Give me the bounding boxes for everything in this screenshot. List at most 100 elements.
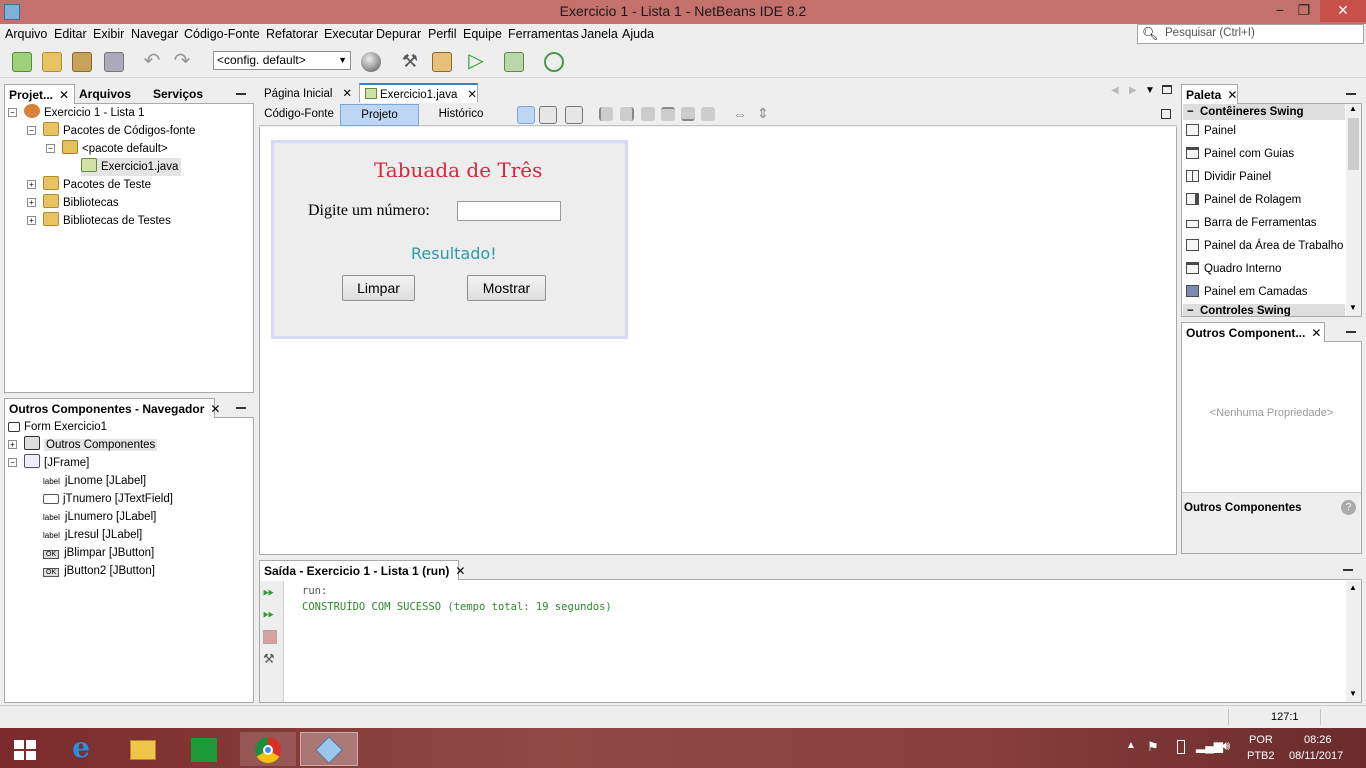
show-hidden-icons-icon[interactable]: ▲ (1126, 740, 1136, 751)
palette-category-controls[interactable]: − Controles Swing (1183, 304, 1345, 316)
palette-scrollbar[interactable]: ▲ ▼ (1346, 104, 1361, 316)
align-left-icon[interactable] (599, 107, 613, 121)
nav-item-jframe[interactable]: [JFrame] (24, 454, 89, 472)
clock-time[interactable]: 08:26 (1304, 734, 1332, 746)
tab-output[interactable]: Saída - Exercicio 1 - Lista 1 (run) ✕ (259, 560, 465, 580)
build-hammer-icon[interactable]: ⚒ (400, 52, 420, 72)
palette-item-split-pane[interactable]: Dividir Painel (1186, 168, 1271, 186)
tab-services[interactable]: Serviços (149, 84, 223, 104)
tab-palette[interactable]: Paleta ✕ (1181, 84, 1238, 104)
signal-icon[interactable]: ▂▄▆ (1196, 739, 1223, 753)
tree-item-source-packages[interactable]: Pacotes de Códigos-fonte (43, 122, 195, 140)
align-bottom-icon[interactable] (681, 107, 695, 121)
battery-icon[interactable] (1177, 740, 1185, 754)
scroll-up-icon[interactable]: ▲ (1349, 583, 1357, 592)
change-vertical-resizability-icon[interactable]: ⇕ (757, 105, 769, 122)
align-top-icon[interactable] (661, 107, 675, 121)
tab-projects[interactable]: Projet... ✕ (4, 84, 75, 104)
nav-item-jblimpar[interactable]: OK jBlimpar [JButton] (43, 544, 154, 562)
nav-item-jlnome[interactable]: label jLnome [JLabel] (43, 472, 146, 490)
menu-refatorar[interactable]: Refatorar (266, 27, 318, 41)
palette-item-desktop-pane[interactable]: Painel da Área de Trabalho (1186, 237, 1343, 255)
align-right-icon[interactable] (620, 107, 634, 121)
stop-icon[interactable] (263, 630, 277, 644)
windows-start-icon[interactable] (6, 732, 44, 766)
menu-editar[interactable]: Editar (54, 27, 87, 41)
maximize-icon[interactable] (1162, 85, 1172, 94)
tree-item-libraries[interactable]: Bibliotecas (43, 194, 119, 212)
minimize-panel-icon[interactable] (236, 407, 246, 409)
palette-item-panel[interactable]: Painel (1186, 122, 1236, 140)
netbeans-taskbar-icon[interactable] (300, 732, 358, 766)
rerun-icon[interactable]: ⏩︎ (263, 584, 277, 598)
tab-java-file[interactable]: Exercicio1.java ✕ (359, 83, 478, 103)
preview-design-icon[interactable] (565, 106, 583, 124)
scroll-up-icon[interactable]: ▲ (1349, 104, 1357, 113)
scroll-tabs-left-icon[interactable]: ◀ (1111, 85, 1119, 96)
expand-icon[interactable]: + (27, 216, 36, 225)
tree-item-project[interactable]: Exercicio 1 - Lista 1 (24, 104, 144, 122)
close-tab-icon[interactable]: ✕ (210, 402, 220, 416)
palette-scroll-thumb[interactable] (1348, 118, 1359, 170)
debug-project-icon[interactable] (504, 52, 524, 72)
redo-icon[interactable]: ↷ (172, 51, 192, 72)
action-center-flag-icon[interactable]: ⚑ (1147, 739, 1159, 755)
menu-codigo-fonte[interactable]: Código-Fonte (184, 27, 260, 41)
close-button[interactable]: ✕ (1320, 0, 1366, 22)
connection-mode-icon[interactable] (539, 106, 557, 124)
palette-item-internal-frame[interactable]: Quadro Interno (1186, 260, 1281, 278)
tree-item-default-package[interactable]: <pacote default> (62, 140, 168, 158)
undo-icon[interactable]: ↶ (142, 51, 162, 72)
collapse-icon[interactable]: − (46, 144, 55, 153)
clear-button[interactable]: Limpar (342, 275, 415, 301)
rerun-with-params-icon[interactable]: ⏩︎ (263, 606, 277, 620)
scroll-tabs-right-icon[interactable]: ▶ (1129, 85, 1137, 96)
menu-arquivo[interactable]: Arquivo (5, 27, 47, 41)
close-tab-icon[interactable]: ✕ (467, 89, 477, 101)
internet-explorer-icon[interactable]: e (62, 732, 100, 766)
nav-form-root[interactable]: Form Exercicio1 (8, 418, 107, 436)
expand-icon[interactable]: + (27, 180, 36, 189)
expand-icon[interactable]: + (27, 198, 36, 207)
keyboard-layout[interactable]: PTB2 (1247, 750, 1275, 762)
menu-depurar[interactable]: Depurar (376, 27, 421, 41)
menu-perfil[interactable]: Perfil (428, 27, 456, 41)
palette-item-toolbar[interactable]: Barra de Ferramentas (1186, 214, 1317, 232)
run-project-icon[interactable]: ▷ (466, 51, 486, 72)
palette-item-scroll-pane[interactable]: Painel de Rolagem (1186, 191, 1301, 209)
tab-files[interactable]: Arquivos (75, 84, 149, 104)
menu-ferramentas[interactable]: Ferramentas (508, 27, 579, 41)
tab-start-page[interactable]: Página Inicial ✕ (259, 83, 357, 103)
chrome-icon[interactable] (240, 732, 296, 766)
menu-ajuda[interactable]: Ajuda (622, 27, 654, 41)
open-project-icon[interactable] (72, 52, 92, 72)
expand-icon[interactable]: + (8, 440, 17, 449)
new-project-icon[interactable] (42, 52, 62, 72)
selection-mode-icon[interactable] (517, 106, 535, 124)
view-history-button[interactable]: Histórico (421, 104, 501, 126)
tree-item-test-libraries[interactable]: Bibliotecas de Testes (43, 212, 171, 230)
show-button[interactable]: Mostrar (467, 275, 546, 301)
settings-icon[interactable]: ⚒ (263, 652, 277, 666)
jframe-preview[interactable]: Tabuada de Três Digite um número: Result… (271, 140, 628, 339)
show-documents-icon[interactable]: ▼ (1145, 85, 1155, 96)
menu-navegar[interactable]: Navegar (131, 27, 178, 41)
nav-item-jbutton2[interactable]: OK jButton2 [JButton] (43, 562, 155, 580)
minimize-panel-icon[interactable] (236, 93, 246, 95)
nav-item-other-components[interactable]: Outros Componentes (24, 436, 158, 454)
close-tab-icon[interactable]: ✕ (1227, 88, 1237, 102)
palette-category-containers[interactable]: − Contêineres Swing (1183, 104, 1345, 120)
minimize-panel-icon[interactable] (1343, 569, 1353, 571)
designer-expand-icon[interactable] (1161, 109, 1171, 119)
collapse-icon[interactable]: − (8, 108, 17, 117)
configuration-select[interactable]: <config. default> ▼ (213, 51, 351, 70)
center-vertically-icon[interactable] (701, 107, 715, 121)
change-horizontal-resizability-icon[interactable]: ⇔ (733, 106, 747, 122)
new-file-icon[interactable] (12, 52, 32, 72)
menu-equipe[interactable]: Equipe (463, 27, 502, 41)
search-input[interactable]: 🔍︎ Pesquisar (Ctrl+I) (1137, 24, 1364, 44)
tab-navigator[interactable]: Outros Componentes - Navegador ✕ (4, 398, 220, 418)
view-source-button[interactable]: Código-Fonte (259, 104, 339, 126)
file-explorer-icon[interactable] (124, 732, 162, 766)
menu-executar[interactable]: Executar (324, 27, 373, 41)
